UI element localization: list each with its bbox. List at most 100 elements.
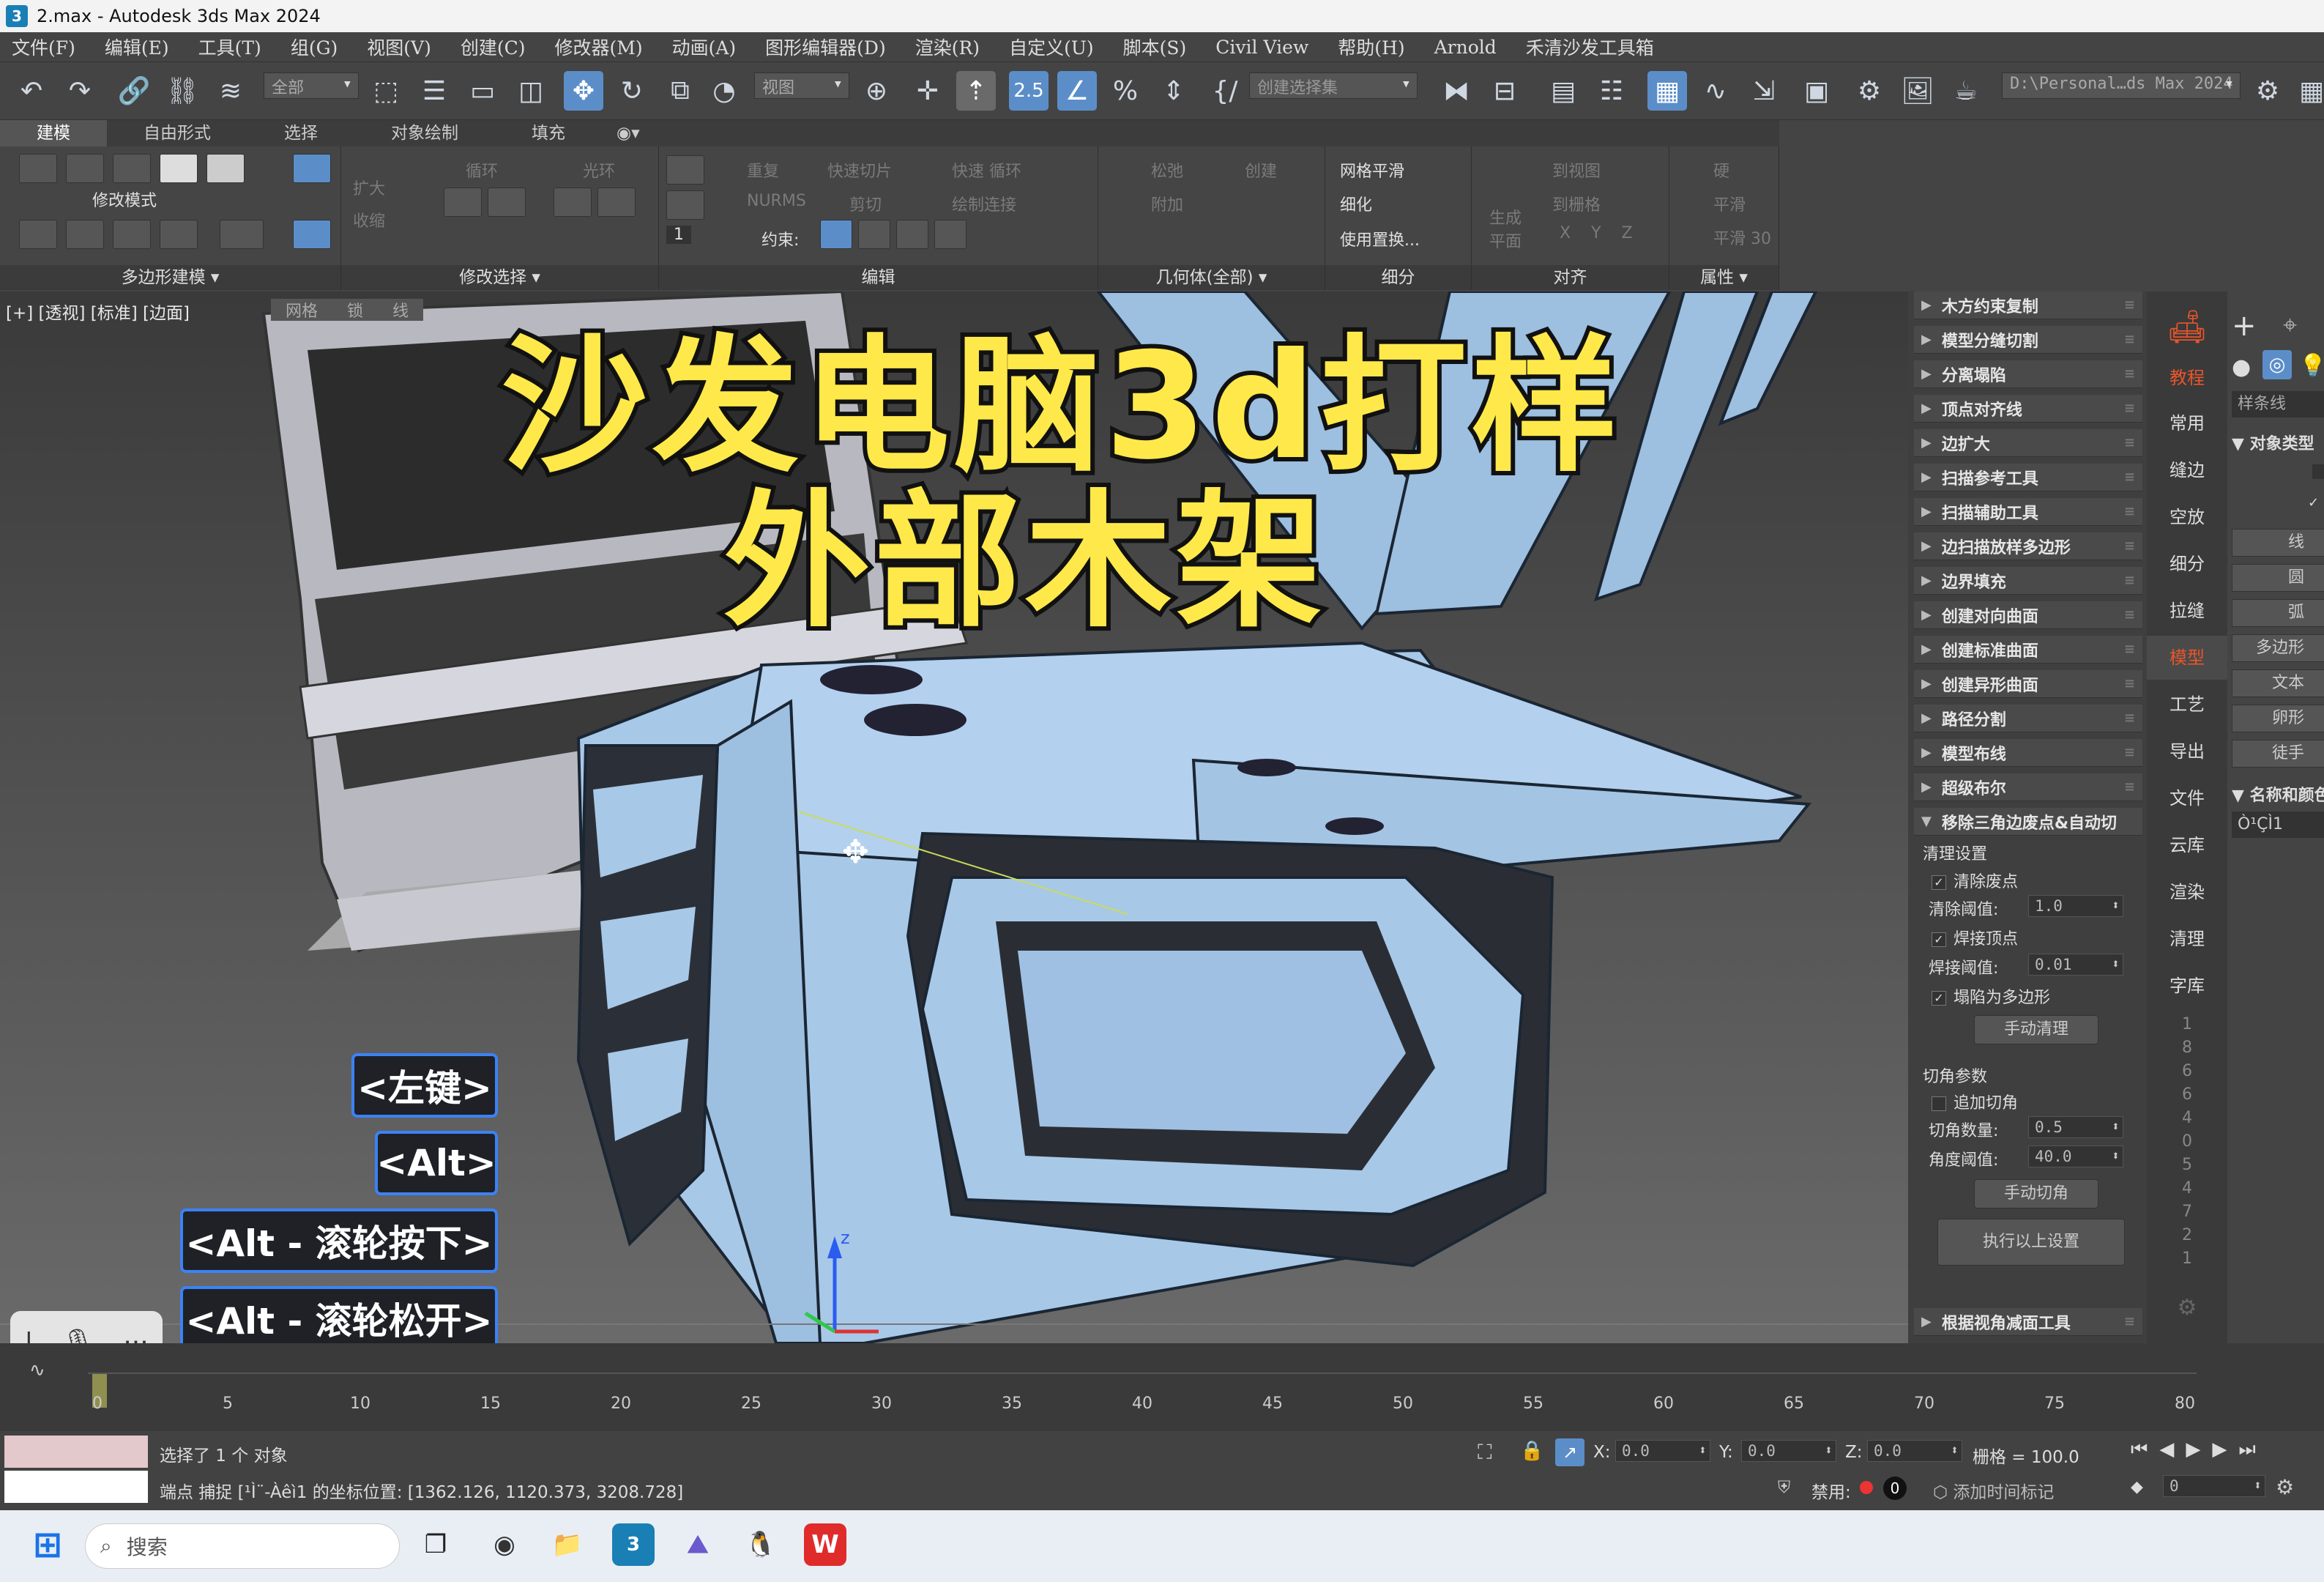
viewport-perspective[interactable]: z ✥ [+] [透视] [标准] [边面] 网格 锁 线 沙发电脑3d打样 外… [0, 291, 1908, 1343]
shape-category-dropdown[interactable]: 样条线 [2232, 391, 2324, 417]
rollout-item[interactable]: ▶ 分离塌陷 ≡ [1914, 360, 2142, 388]
photos-icon[interactable]: ⛰ [677, 1523, 719, 1566]
collapse-poly-checkbox[interactable]: ✓ 塌陷为多边形 [1932, 984, 2050, 1008]
menu-scripting[interactable]: 脚本(S) [1123, 34, 1187, 60]
smooth-button[interactable]: 平滑 [1713, 192, 1746, 215]
start-new-shape-checkbox[interactable]: ✓ [2308, 495, 2319, 510]
shape-freehand-button[interactable]: 徒手 [2232, 740, 2324, 768]
shape-arc-button[interactable]: 弧 [2232, 599, 2324, 627]
menu-graph-editors[interactable]: 图形编辑器(D) [765, 34, 886, 60]
sidebar-item-spacing[interactable]: 空放 [2147, 502, 2227, 528]
rollout-item[interactable]: ▶ 扫描参考工具 ≡ [1914, 464, 2142, 491]
task-view-icon[interactable]: ❐ [414, 1523, 457, 1566]
rollout-open[interactable]: ▼ 移除三角边废点&自动切 [1914, 808, 2142, 836]
rollout-item[interactable]: ▶ 创建标准曲面 ≡ [1914, 636, 2142, 664]
stack-icon-4[interactable] [160, 220, 198, 249]
pivot-center-icon[interactable]: ⊕ [857, 71, 896, 111]
z-coordinate-field[interactable]: 0.0 [1867, 1440, 1962, 1462]
show-end-icon[interactable] [220, 220, 264, 249]
rollout-item[interactable]: ▶ 路径分割 ≡ [1914, 705, 2142, 732]
playback-controls[interactable]: ⏮◀▶▶⏭ [2131, 1438, 2268, 1461]
place-icon[interactable]: ◔ [704, 71, 744, 111]
select-tool-icon[interactable] [293, 154, 331, 183]
tab-object-paint[interactable]: 对象绘制 [354, 120, 495, 146]
spinner-value[interactable]: 1 [666, 226, 691, 244]
weld-threshold-spinner[interactable]: 0.01 [2028, 954, 2123, 976]
link-icon[interactable]: 🔗 [114, 71, 154, 111]
lock-selection-icon[interactable]: 🔒 [1520, 1440, 1543, 1462]
shapes-icon[interactable]: ◎ [2262, 350, 2292, 379]
sidebar-item-export[interactable]: 导出 [2147, 737, 2227, 762]
curve-editor-mini-icon[interactable]: ∿ [29, 1359, 45, 1381]
weld-vertices-checkbox[interactable]: ✓ 焊接顶点 [1932, 926, 2018, 949]
menu-view[interactable]: 视图(V) [367, 34, 431, 60]
sidebar-item-craft[interactable]: 工艺 [2147, 690, 2227, 716]
shape-egg-button[interactable]: 卵形 [2232, 705, 2324, 732]
stack-icon-2[interactable] [66, 220, 104, 249]
menu-civil-view[interactable]: Civil View [1215, 37, 1308, 58]
ring-remove-icon[interactable] [597, 187, 636, 217]
render-teapot-icon[interactable]: ☕ [1946, 71, 1986, 111]
tab-modeling[interactable]: 建模 [0, 120, 107, 146]
rollout-item[interactable]: ▶ 边界填充 ≡ [1914, 567, 2142, 595]
rollout-item[interactable]: ▶ 顶点对齐线 ≡ [1914, 395, 2142, 423]
loop-remove-icon[interactable] [488, 187, 526, 217]
rollout-item[interactable]: ▶ 模型分缝切割 ≡ [1914, 326, 2142, 354]
undo-icon[interactable]: ↶ [12, 71, 51, 111]
polygon-icon[interactable] [160, 154, 198, 183]
ribbon-options-icon[interactable]: ◉▾ [602, 120, 655, 146]
select-rotate-icon[interactable]: ↻ [612, 71, 652, 111]
menu-customize[interactable]: 自定义(U) [1009, 34, 1094, 60]
stack-icon-3[interactable] [113, 220, 151, 249]
layer-explorer-icon[interactable]: ☷ [1592, 71, 1631, 111]
tessellate-button[interactable]: 细化 [1340, 192, 1372, 215]
meshsmooth-button[interactable]: 网格平滑 [1340, 158, 1404, 182]
angle-snap-icon[interactable]: ∠ [1057, 71, 1097, 111]
select-by-name-icon[interactable]: ☰ [414, 71, 454, 111]
render-setup-icon[interactable]: ⚙ [1850, 71, 1889, 111]
material-editor-icon[interactable]: ▣ [1797, 71, 1836, 111]
edit-icon-1[interactable] [666, 155, 704, 185]
taskbar-search[interactable]: ⌕ 搜索 [85, 1523, 400, 1569]
constraint-face-icon[interactable] [896, 220, 928, 249]
clean-vertices-checkbox[interactable]: ✓ 清除废点 [1932, 869, 2018, 892]
nurms-button[interactable]: NURMS [747, 192, 806, 210]
project-folder-icon[interactable]: ⚙ [2248, 71, 2287, 111]
key-mode-icon[interactable]: ◆ [2131, 1478, 2143, 1496]
create-button[interactable]: 创建 [1245, 158, 1277, 182]
maxscript-listener-bottom[interactable] [4, 1471, 148, 1503]
rollout-item[interactable]: ▶ 根据视角减面工具 ≡ [1914, 1308, 2142, 1336]
geometry-icon[interactable]: ● [2232, 354, 2251, 380]
shape-line-button[interactable]: 线 [2232, 529, 2324, 557]
ribbon-toggle-icon[interactable]: ▦ [1647, 71, 1687, 111]
sidebar-item-clean[interactable]: 清理 [2147, 924, 2227, 950]
file-explorer-icon[interactable]: 📁 [546, 1523, 589, 1566]
ring-add-icon[interactable] [554, 187, 592, 217]
menu-edit[interactable]: 编辑(E) [105, 34, 169, 60]
cut-button[interactable]: 剪切 [849, 192, 882, 215]
sidebar-item-seam[interactable]: 缝边 [2147, 456, 2227, 481]
use-displacement-button[interactable]: 使用置换... [1340, 227, 1420, 250]
shape-circle-button[interactable]: 圆 [2232, 564, 2324, 592]
generate-plane-button[interactable]: 生成 平面 [1489, 205, 1522, 252]
menu-rendering[interactable]: 渲染(R) [915, 34, 980, 60]
hard-button[interactable]: 硬 [1713, 158, 1729, 182]
add-time-tag[interactable]: ⬡ 添加时间标记 [1933, 1478, 2054, 1503]
ring-button[interactable]: 光环 [583, 158, 615, 182]
grow-button[interactable]: 扩大 [353, 176, 385, 199]
windows-start-icon[interactable]: ⊞ [26, 1523, 69, 1566]
bind-spacewarp-icon[interactable]: ≋ [211, 71, 250, 111]
scene-explorer-icon[interactable]: ▤ [1543, 71, 1583, 111]
menu-create[interactable]: 创建(C) [461, 34, 526, 60]
schematic-view-icon[interactable]: ⇲ [1744, 71, 1784, 111]
ref-coord-dropdown[interactable]: 视图 [754, 73, 849, 99]
3dsmax-taskbar-icon[interactable]: 3 [612, 1523, 655, 1566]
select-object-icon[interactable]: ⬚ [366, 71, 406, 111]
shape-text-button[interactable]: 文本 [2232, 669, 2324, 697]
selection-set-dropdown[interactable]: 创建选择集 [1249, 73, 1418, 99]
percent-snap-icon[interactable]: % [1106, 71, 1145, 111]
sidebar-item-common[interactable]: 常用 [2147, 409, 2227, 434]
tab-freeform[interactable]: 自由形式 [107, 120, 247, 146]
sidebar-item-render[interactable]: 渲染 [2147, 877, 2227, 903]
select-manipulate-icon[interactable]: ✛ [908, 71, 947, 111]
